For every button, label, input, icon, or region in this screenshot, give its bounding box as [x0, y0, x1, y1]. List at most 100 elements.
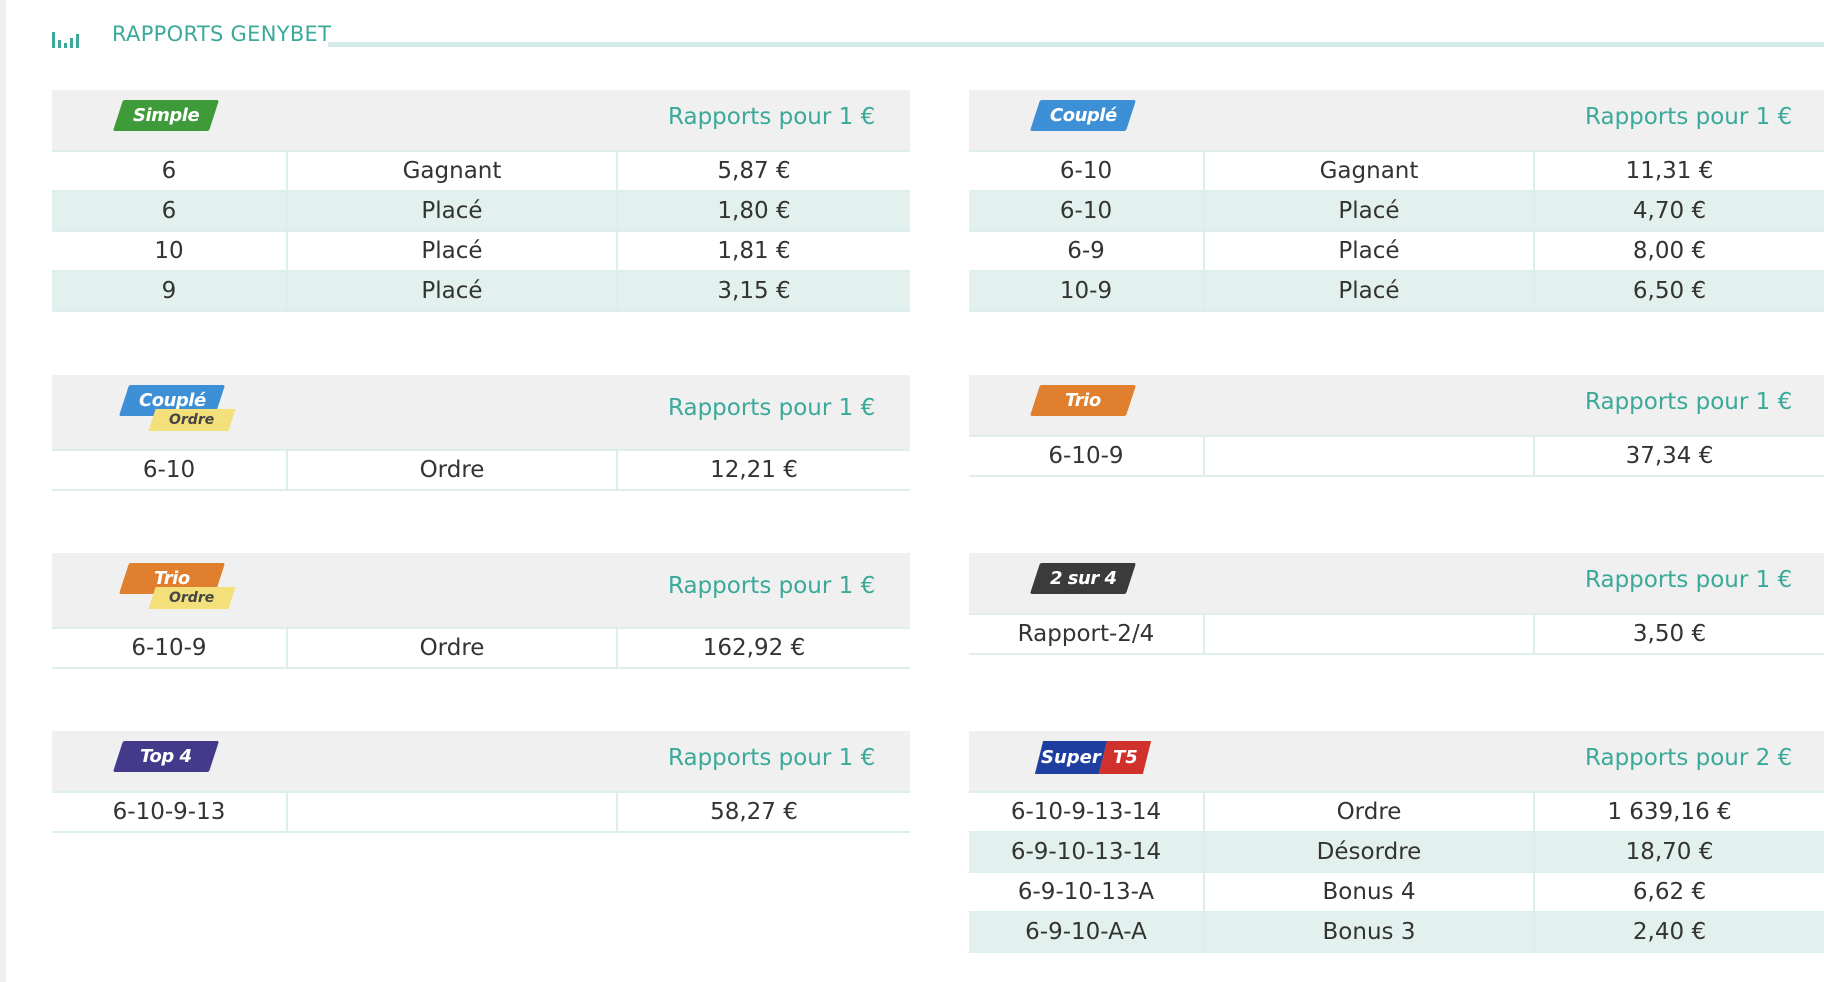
combination-cell: 6-10-9-13-14	[969, 793, 1205, 833]
couple-ordre-header: Couplé Ordre Rapports pour 1 €	[52, 375, 910, 451]
table-row: 6-9-10-13-A Bonus 4 6,62 €	[969, 872, 1824, 913]
chart-bars-icon	[52, 32, 79, 48]
combination-cell: 10-9	[969, 271, 1205, 312]
trio-header: Trio Rapports pour 1 €	[969, 375, 1824, 437]
type-cell: Gagnant	[1204, 152, 1535, 192]
table-row: 6 Gagnant 5,87 €	[52, 152, 910, 192]
type-cell: Bonus 4	[1204, 872, 1535, 913]
rapports-label: Rapports pour 1 €	[668, 104, 876, 130]
trio-ordre-block: Trio Ordre Rapports pour 1 € 6-10-9 Ordr…	[52, 553, 910, 669]
table-row: 10 Placé 1,81 €	[52, 231, 910, 272]
top4-badge: Top 4	[112, 741, 220, 772]
deux-sur-quatre-badge: 2 sur 4	[1029, 563, 1137, 594]
rapports-label: Rapports pour 2 €	[1585, 745, 1793, 771]
type-cell: Gagnant	[287, 152, 618, 192]
header-divider	[328, 42, 1824, 47]
payout-cell: 1,80 €	[617, 191, 910, 232]
payout-cell: 18,70 €	[1534, 832, 1824, 873]
trio-ordre-table: 6-10-9 Ordre 162,92 €	[52, 629, 910, 669]
type-cell: Ordre	[287, 451, 618, 491]
type-cell	[1204, 615, 1535, 655]
rapports-label: Rapports pour 1 €	[668, 395, 876, 421]
combination-cell: 6-9	[969, 231, 1205, 272]
table-row: 6 Placé 1,80 €	[52, 191, 910, 232]
super-t5-badge: Super T5	[1034, 741, 1152, 774]
payout-cell: 12,21 €	[617, 451, 910, 491]
combination-cell: 6-9-10-13-14	[969, 832, 1205, 873]
payout-cell: 3,50 €	[1534, 615, 1824, 655]
rapports-label: Rapports pour 1 €	[1585, 104, 1793, 130]
super-t5-header: Super T5 Rapports pour 2 €	[969, 731, 1824, 793]
super-t5-table: 6-10-9-13-14 Ordre 1 639,16 € 6-9-10-13-…	[969, 793, 1824, 953]
table-row: Rapport-2/4 3,50 €	[969, 615, 1824, 655]
top4-table: 6-10-9-13 58,27 €	[52, 793, 910, 833]
payout-cell: 37,34 €	[1534, 437, 1824, 477]
table-row: 6-10-9-13 58,27 €	[52, 793, 910, 833]
type-cell: Placé	[1204, 191, 1535, 232]
section-title: RAPPORTS GENYBET	[112, 22, 332, 46]
simple-table: 6 Gagnant 5,87 € 6 Placé 1,80 € 10 Placé…	[52, 152, 910, 312]
table-row: 6-9 Placé 8,00 €	[969, 231, 1824, 272]
trio-block: Trio Rapports pour 1 € 6-10-9 37,34 €	[969, 375, 1824, 477]
type-cell: Bonus 3	[1204, 912, 1535, 953]
combination-cell: 9	[52, 271, 288, 312]
combination-cell: 6-10	[969, 152, 1205, 192]
type-cell: Placé	[1204, 271, 1535, 312]
rapports-label: Rapports pour 1 €	[668, 745, 876, 771]
table-row: 9 Placé 3,15 €	[52, 271, 910, 312]
couple-block: Couplé Rapports pour 1 € 6-10 Gagnant 11…	[969, 90, 1824, 312]
payout-cell: 1,81 €	[617, 231, 910, 272]
payout-cell: 3,15 €	[617, 271, 910, 312]
trio-badge: Trio	[1029, 385, 1137, 416]
combination-cell: 6	[52, 191, 288, 232]
trio-ordre-header: Trio Ordre Rapports pour 1 €	[52, 553, 910, 629]
top4-header: Top 4 Rapports pour 1 €	[52, 731, 910, 793]
table-row: 6-9-10-A-A Bonus 3 2,40 €	[969, 912, 1824, 953]
payout-cell: 6,62 €	[1534, 872, 1824, 913]
table-row: 6-10-9-13-14 Ordre 1 639,16 €	[969, 793, 1824, 833]
combination-cell: Rapport-2/4	[969, 615, 1205, 655]
combination-cell: 6-9-10-13-A	[969, 872, 1205, 913]
deux-sur-quatre-header: 2 sur 4 Rapports pour 1 €	[969, 553, 1824, 615]
payout-cell: 4,70 €	[1534, 191, 1824, 232]
type-cell: Placé	[287, 271, 618, 312]
simple-header: Simple Rapports pour 1 €	[52, 90, 910, 152]
simple-badge: Simple	[112, 100, 220, 131]
payout-cell: 11,31 €	[1534, 152, 1824, 192]
table-row: 6-9-10-13-14 Désordre 18,70 €	[969, 832, 1824, 873]
type-cell: Placé	[287, 191, 618, 232]
payout-cell: 58,27 €	[617, 793, 910, 833]
combination-cell: 6-10	[52, 451, 288, 491]
ordre-sub-badge: Ordre	[148, 587, 236, 609]
left-edge-strip	[0, 0, 6, 982]
couple-badge: Couplé	[1029, 100, 1137, 131]
type-cell: Désordre	[1204, 832, 1535, 873]
payout-cell: 162,92 €	[617, 629, 910, 669]
trio-table: 6-10-9 37,34 €	[969, 437, 1824, 477]
type-cell: Ordre	[1204, 793, 1535, 833]
couple-table: 6-10 Gagnant 11,31 € 6-10 Placé 4,70 € 6…	[969, 152, 1824, 312]
table-row: 6-10-9 37,34 €	[969, 437, 1824, 477]
table-row: 10-9 Placé 6,50 €	[969, 271, 1824, 312]
table-row: 6-10 Gagnant 11,31 €	[969, 152, 1824, 192]
combination-cell: 6	[52, 152, 288, 192]
type-cell	[1204, 437, 1535, 477]
ordre-sub-badge: Ordre	[148, 409, 236, 431]
combination-cell: 6-10	[969, 191, 1205, 232]
rapports-label: Rapports pour 1 €	[668, 573, 876, 599]
deux-sur-quatre-table: Rapport-2/4 3,50 €	[969, 615, 1824, 655]
deux-sur-quatre-block: 2 sur 4 Rapports pour 1 € Rapport-2/4 3,…	[969, 553, 1824, 655]
combination-cell: 6-9-10-A-A	[969, 912, 1205, 953]
payout-cell: 5,87 €	[617, 152, 910, 192]
couple-ordre-block: Couplé Ordre Rapports pour 1 € 6-10 Ordr…	[52, 375, 910, 491]
payout-cell: 1 639,16 €	[1534, 793, 1824, 833]
simple-block: Simple Rapports pour 1 € 6 Gagnant 5,87 …	[52, 90, 910, 312]
combination-cell: 6-10-9	[52, 629, 288, 669]
combination-cell: 6-10-9	[969, 437, 1205, 477]
combination-cell: 10	[52, 231, 288, 272]
payout-cell: 2,40 €	[1534, 912, 1824, 953]
table-row: 6-10 Ordre 12,21 €	[52, 451, 910, 491]
super-t5-block: Super T5 Rapports pour 2 € 6-10-9-13-14 …	[969, 731, 1824, 953]
top4-block: Top 4 Rapports pour 1 € 6-10-9-13 58,27 …	[52, 731, 910, 833]
couple-header: Couplé Rapports pour 1 €	[969, 90, 1824, 152]
